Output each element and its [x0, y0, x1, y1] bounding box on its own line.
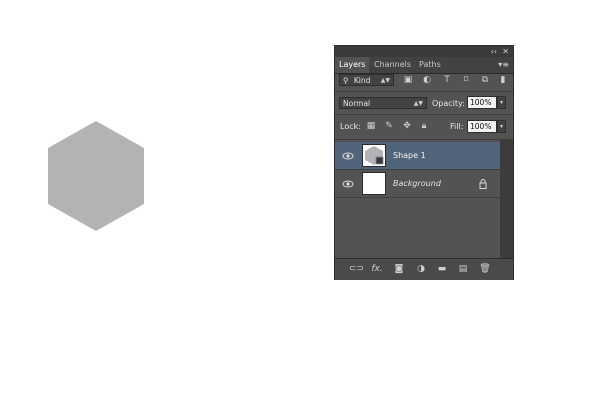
divider [335, 114, 513, 115]
divider [335, 91, 513, 92]
tab-paths[interactable]: Paths [415, 57, 449, 73]
new-layer-icon[interactable]: ▤ [457, 264, 469, 274]
dropdown-arrow-icon: ▲▼ [380, 77, 390, 84]
kind-filter-label: Kind [353, 76, 371, 85]
opacity-input[interactable]: 100% [467, 96, 497, 109]
shape-filter-icon[interactable]: ⌑ [461, 75, 471, 85]
filter-toggle-icon[interactable]: ▮ [499, 75, 507, 85]
layer-thumbnail [362, 172, 386, 195]
add-mask-icon[interactable]: ◙ [393, 264, 405, 274]
layer-row-shape-1[interactable]: Shape 1 [335, 142, 500, 170]
adjustment-filter-icon[interactable]: ◐ [422, 75, 432, 85]
shape-thumbnail-icon [365, 146, 384, 165]
collapse-panel-button[interactable]: ‹‹ [491, 46, 497, 57]
lock-icon [479, 179, 487, 189]
lock-all-icon[interactable]: 🔒︎ [419, 121, 429, 131]
lock-image-pixels-icon[interactable]: ✎ [384, 121, 394, 131]
hexagon-shape [48, 121, 144, 231]
panel-tab-row: Layers Channels Paths ▾≡ [335, 57, 513, 74]
panel-menu-button[interactable]: ▾≡ [498, 57, 509, 73]
blend-mode-value: Normal [343, 99, 371, 108]
type-filter-icon[interactable]: T [442, 75, 452, 85]
layer-list-scrollbar[interactable] [500, 140, 513, 260]
smart-object-filter-icon[interactable]: ⧉ [480, 75, 490, 85]
new-group-icon[interactable]: ▬ [436, 264, 448, 274]
lock-label: Lock: [340, 122, 361, 131]
image-filter-icon[interactable]: ▣ [403, 75, 413, 85]
delete-layer-icon[interactable]: 🗑︎ [479, 264, 491, 274]
fill-label: Fill: [450, 122, 464, 131]
layer-name: Background [393, 179, 441, 188]
close-panel-button[interactable]: ✕ [502, 46, 509, 57]
blend-mode-dropdown[interactable]: Normal ▲▼ [339, 97, 427, 109]
layer-thumbnail [362, 144, 386, 167]
panel-title-bar: ‹‹ ✕ [335, 46, 513, 57]
layer-list: Shape 1 Background [335, 140, 500, 260]
opacity-slider-toggle[interactable]: ▾ [497, 96, 506, 109]
eye-visibility-icon[interactable] [342, 178, 354, 190]
tab-layers[interactable]: Layers [335, 57, 369, 73]
fill-input[interactable]: 100% [467, 120, 497, 133]
link-layers-icon[interactable]: ⊂⊃ [349, 264, 364, 274]
dropdown-arrow-icon: ▲▼ [413, 100, 423, 107]
lock-transparent-pixels-icon[interactable]: ▦ [366, 121, 376, 131]
tab-channels[interactable]: Channels [370, 57, 414, 73]
fill-slider-toggle[interactable]: ▾ [497, 120, 506, 133]
fx-icon[interactable]: fx. [371, 264, 383, 274]
opacity-label: Opacity: [432, 99, 465, 108]
kind-filter-dropdown[interactable]: ⚲ Kind ▲▼ [339, 74, 394, 86]
lock-position-icon[interactable]: ✥ [402, 121, 412, 131]
new-adjustment-icon[interactable]: ◑ [415, 264, 427, 274]
layer-name: Shape 1 [393, 151, 426, 160]
layer-row-background[interactable]: Background [335, 170, 500, 198]
eye-visibility-icon[interactable] [342, 150, 354, 162]
search-icon: ⚲ [343, 76, 349, 85]
